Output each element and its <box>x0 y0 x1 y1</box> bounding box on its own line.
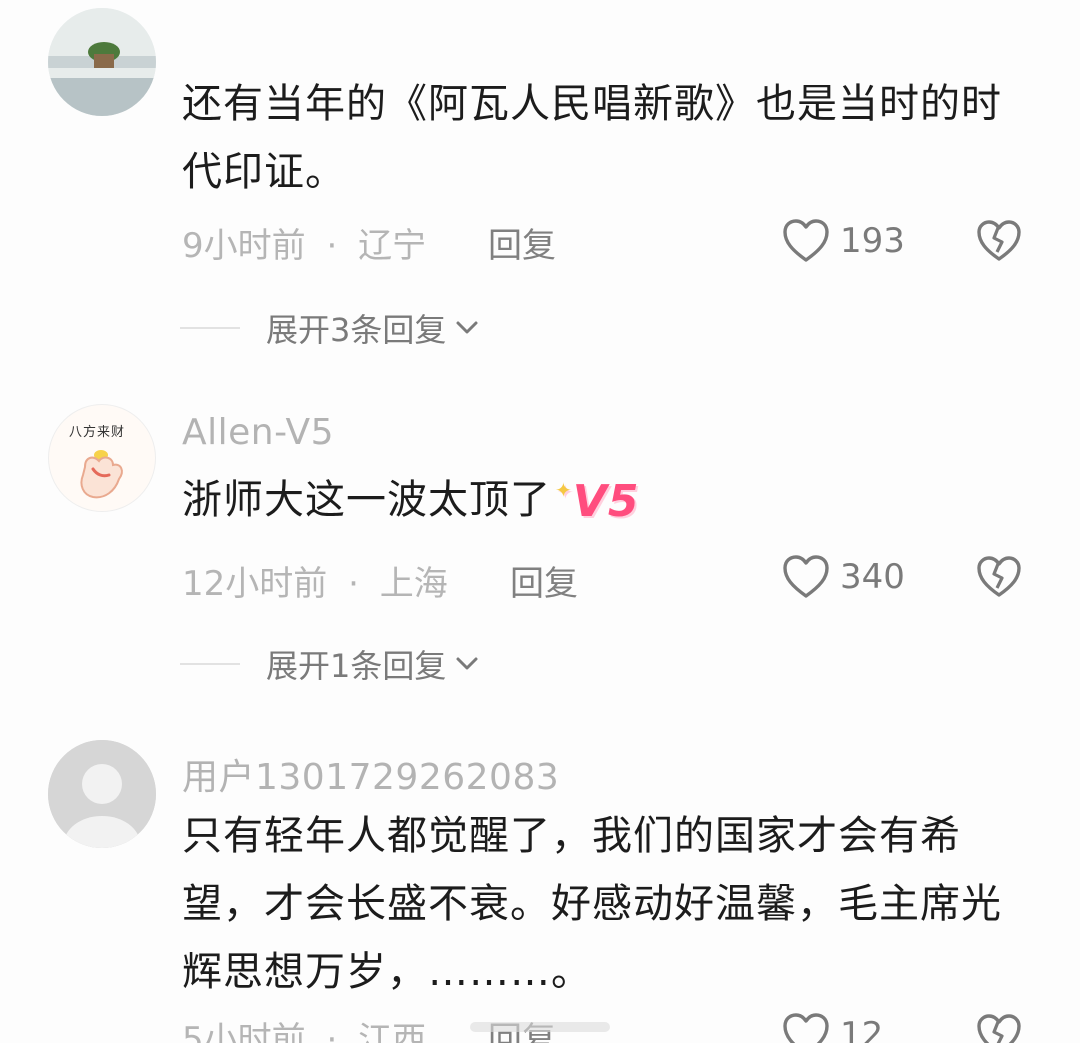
divider-line <box>180 663 240 665</box>
like-count: 193 <box>840 221 905 261</box>
default-avatar-icon <box>48 740 156 848</box>
comment-text: 还有当年的《阿瓦人民唱新歌》也是当时的时代印证。 <box>182 81 1002 195</box>
avatar[interactable] <box>48 8 156 116</box>
comment-time: 9小时前 <box>182 226 306 266</box>
like-count: 12 <box>840 1015 884 1043</box>
expand-replies-label: 展开3条回复 <box>266 311 447 349</box>
comment-location: 江西 <box>358 1020 427 1043</box>
broken-heart-icon[interactable] <box>976 218 1022 264</box>
meta-separator: · <box>348 564 359 604</box>
meta-separator: · <box>326 226 338 266</box>
username[interactable]: Allen-V5 <box>182 412 334 453</box>
v5-emoji-icon: ✦V5 <box>555 480 639 524</box>
comment-meta: 9小时前 · 辽宁 <box>182 218 426 267</box>
comment-text: 只有轻年人都觉醒了，我们的国家才会有希望，才会长盛不衰。好感动好温馨，毛主席光辉… <box>182 813 1002 995</box>
heart-outline-icon <box>783 1013 829 1043</box>
avatar-photo-icon <box>48 8 156 116</box>
expand-replies-button[interactable]: 展开1条回复 <box>180 642 480 686</box>
comment-location: 上海 <box>379 564 448 604</box>
username[interactable]: 用户1301729262083 <box>182 748 559 800</box>
divider-line <box>180 327 240 329</box>
reply-button[interactable]: 回复 <box>510 556 578 605</box>
hand-coin-icon <box>80 450 123 499</box>
comment-time: 5小时前 <box>182 1020 306 1043</box>
avatar[interactable] <box>48 740 156 848</box>
avatar[interactable]: 八方来财 <box>48 404 156 512</box>
heart-outline-icon <box>783 555 829 598</box>
broken-heart-icon[interactable] <box>976 554 1022 600</box>
like-button[interactable]: 12 <box>782 1010 883 1043</box>
emoji-text: V5 <box>572 476 640 527</box>
comment-time: 12小时前 <box>182 564 328 604</box>
heart-outline-icon <box>783 219 829 262</box>
comment-list: 还有当年的《阿瓦人民唱新歌》也是当时的时代印证。 9小时前 · 辽宁 回复 19… <box>0 0 1080 1043</box>
comment-meta: 12小时前 · 上海 <box>182 556 448 605</box>
expand-replies-label: 展开1条回复 <box>266 647 447 685</box>
reply-button[interactable]: 回复 <box>488 218 556 267</box>
sparkle-icon: ✦ <box>555 478 573 502</box>
like-count: 340 <box>840 557 905 597</box>
chevron-down-icon <box>456 321 478 334</box>
home-indicator <box>470 1022 610 1032</box>
comment-location: 辽宁 <box>358 226 427 266</box>
meta-separator: · <box>326 1020 338 1043</box>
chevron-down-icon <box>456 657 478 670</box>
broken-heart-icon[interactable] <box>976 1012 1022 1043</box>
like-button[interactable]: 193 <box>782 216 905 266</box>
expand-replies-button[interactable]: 展开3条回复 <box>180 306 480 350</box>
like-button[interactable]: 340 <box>782 552 905 602</box>
comment-text-content: 浙师大这一波太顶了 <box>182 477 551 523</box>
comment-text: 浙师大这一波太顶了 ✦V5 <box>182 466 1002 534</box>
comment-meta: 5小时前 · 江西 <box>182 1012 426 1043</box>
